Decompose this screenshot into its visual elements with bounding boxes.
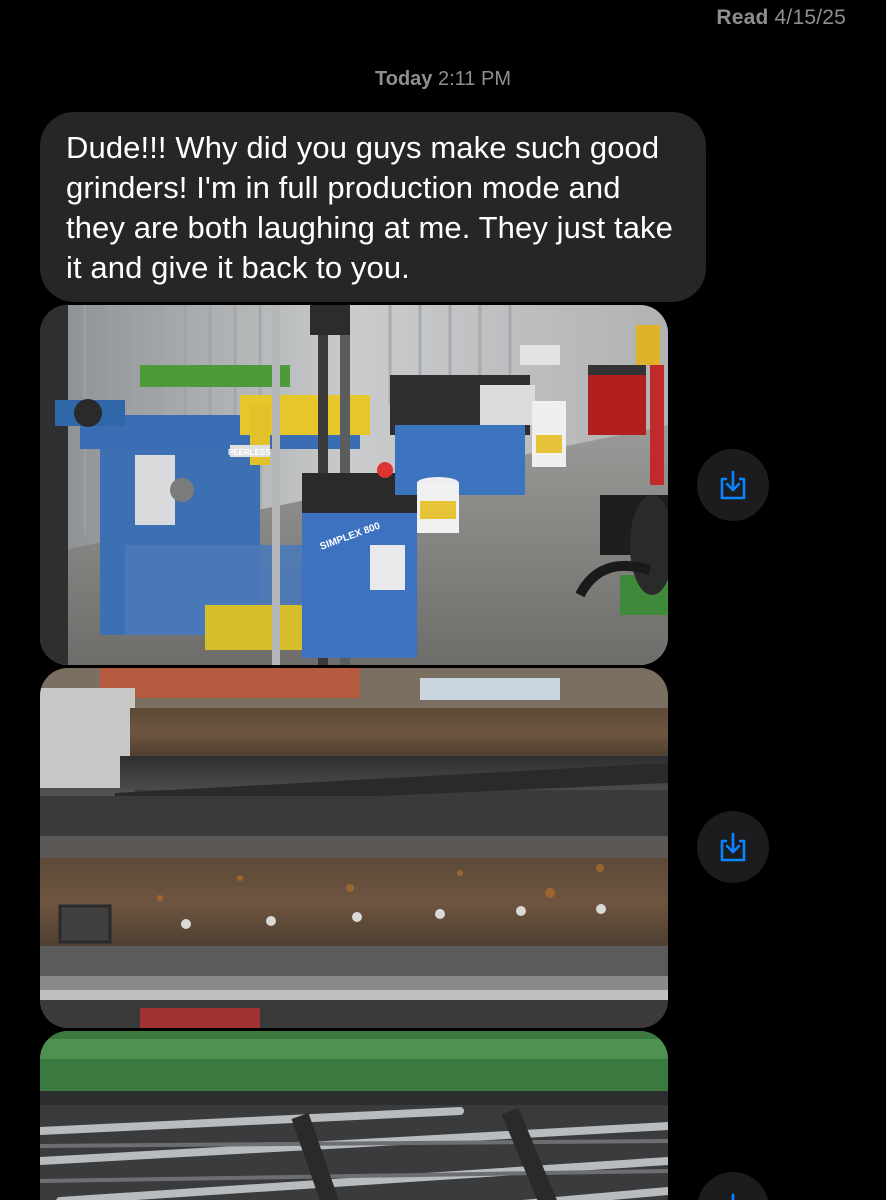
incoming-message-bubble[interactable]: Dude!!! Why did you guys make such good … bbox=[40, 112, 706, 302]
save-to-photos-icon bbox=[731, 1193, 735, 1200]
machine-label-peerless: PEERLESS bbox=[228, 448, 271, 457]
timestamp-time: 2:11 PM bbox=[437, 68, 511, 90]
conversation-view: Read 4/15/25 Today 2:11 PM Dude!!! Why d… bbox=[0, 0, 886, 1200]
save-photo-button[interactable] bbox=[697, 449, 769, 521]
grinder-shop-photo: SIMPLEX 800 PEERLESS bbox=[40, 305, 668, 665]
bedknife-photo bbox=[40, 668, 668, 1028]
save-photo-button[interactable] bbox=[697, 811, 769, 883]
photo-attachment-bedknife[interactable] bbox=[40, 668, 668, 1028]
save-to-photos-icon bbox=[720, 470, 746, 500]
read-date: 4/15/25 bbox=[774, 6, 846, 29]
read-label: Read bbox=[716, 6, 769, 29]
save-to-photos-icon bbox=[720, 832, 746, 862]
timestamp-day: Today bbox=[375, 68, 433, 90]
photo-attachment-grinders[interactable]: SIMPLEX 800 PEERLESS bbox=[40, 305, 668, 665]
save-photo-button[interactable] bbox=[697, 1172, 769, 1200]
photo-attachment-reel[interactable] bbox=[40, 1031, 668, 1200]
message-text: Dude!!! Why did you guys make such good … bbox=[66, 130, 673, 285]
message-timestamp: Today 2:11 PM bbox=[0, 68, 886, 91]
read-receipt: Read 4/15/25 bbox=[716, 6, 846, 30]
reel-photo bbox=[40, 1031, 668, 1200]
